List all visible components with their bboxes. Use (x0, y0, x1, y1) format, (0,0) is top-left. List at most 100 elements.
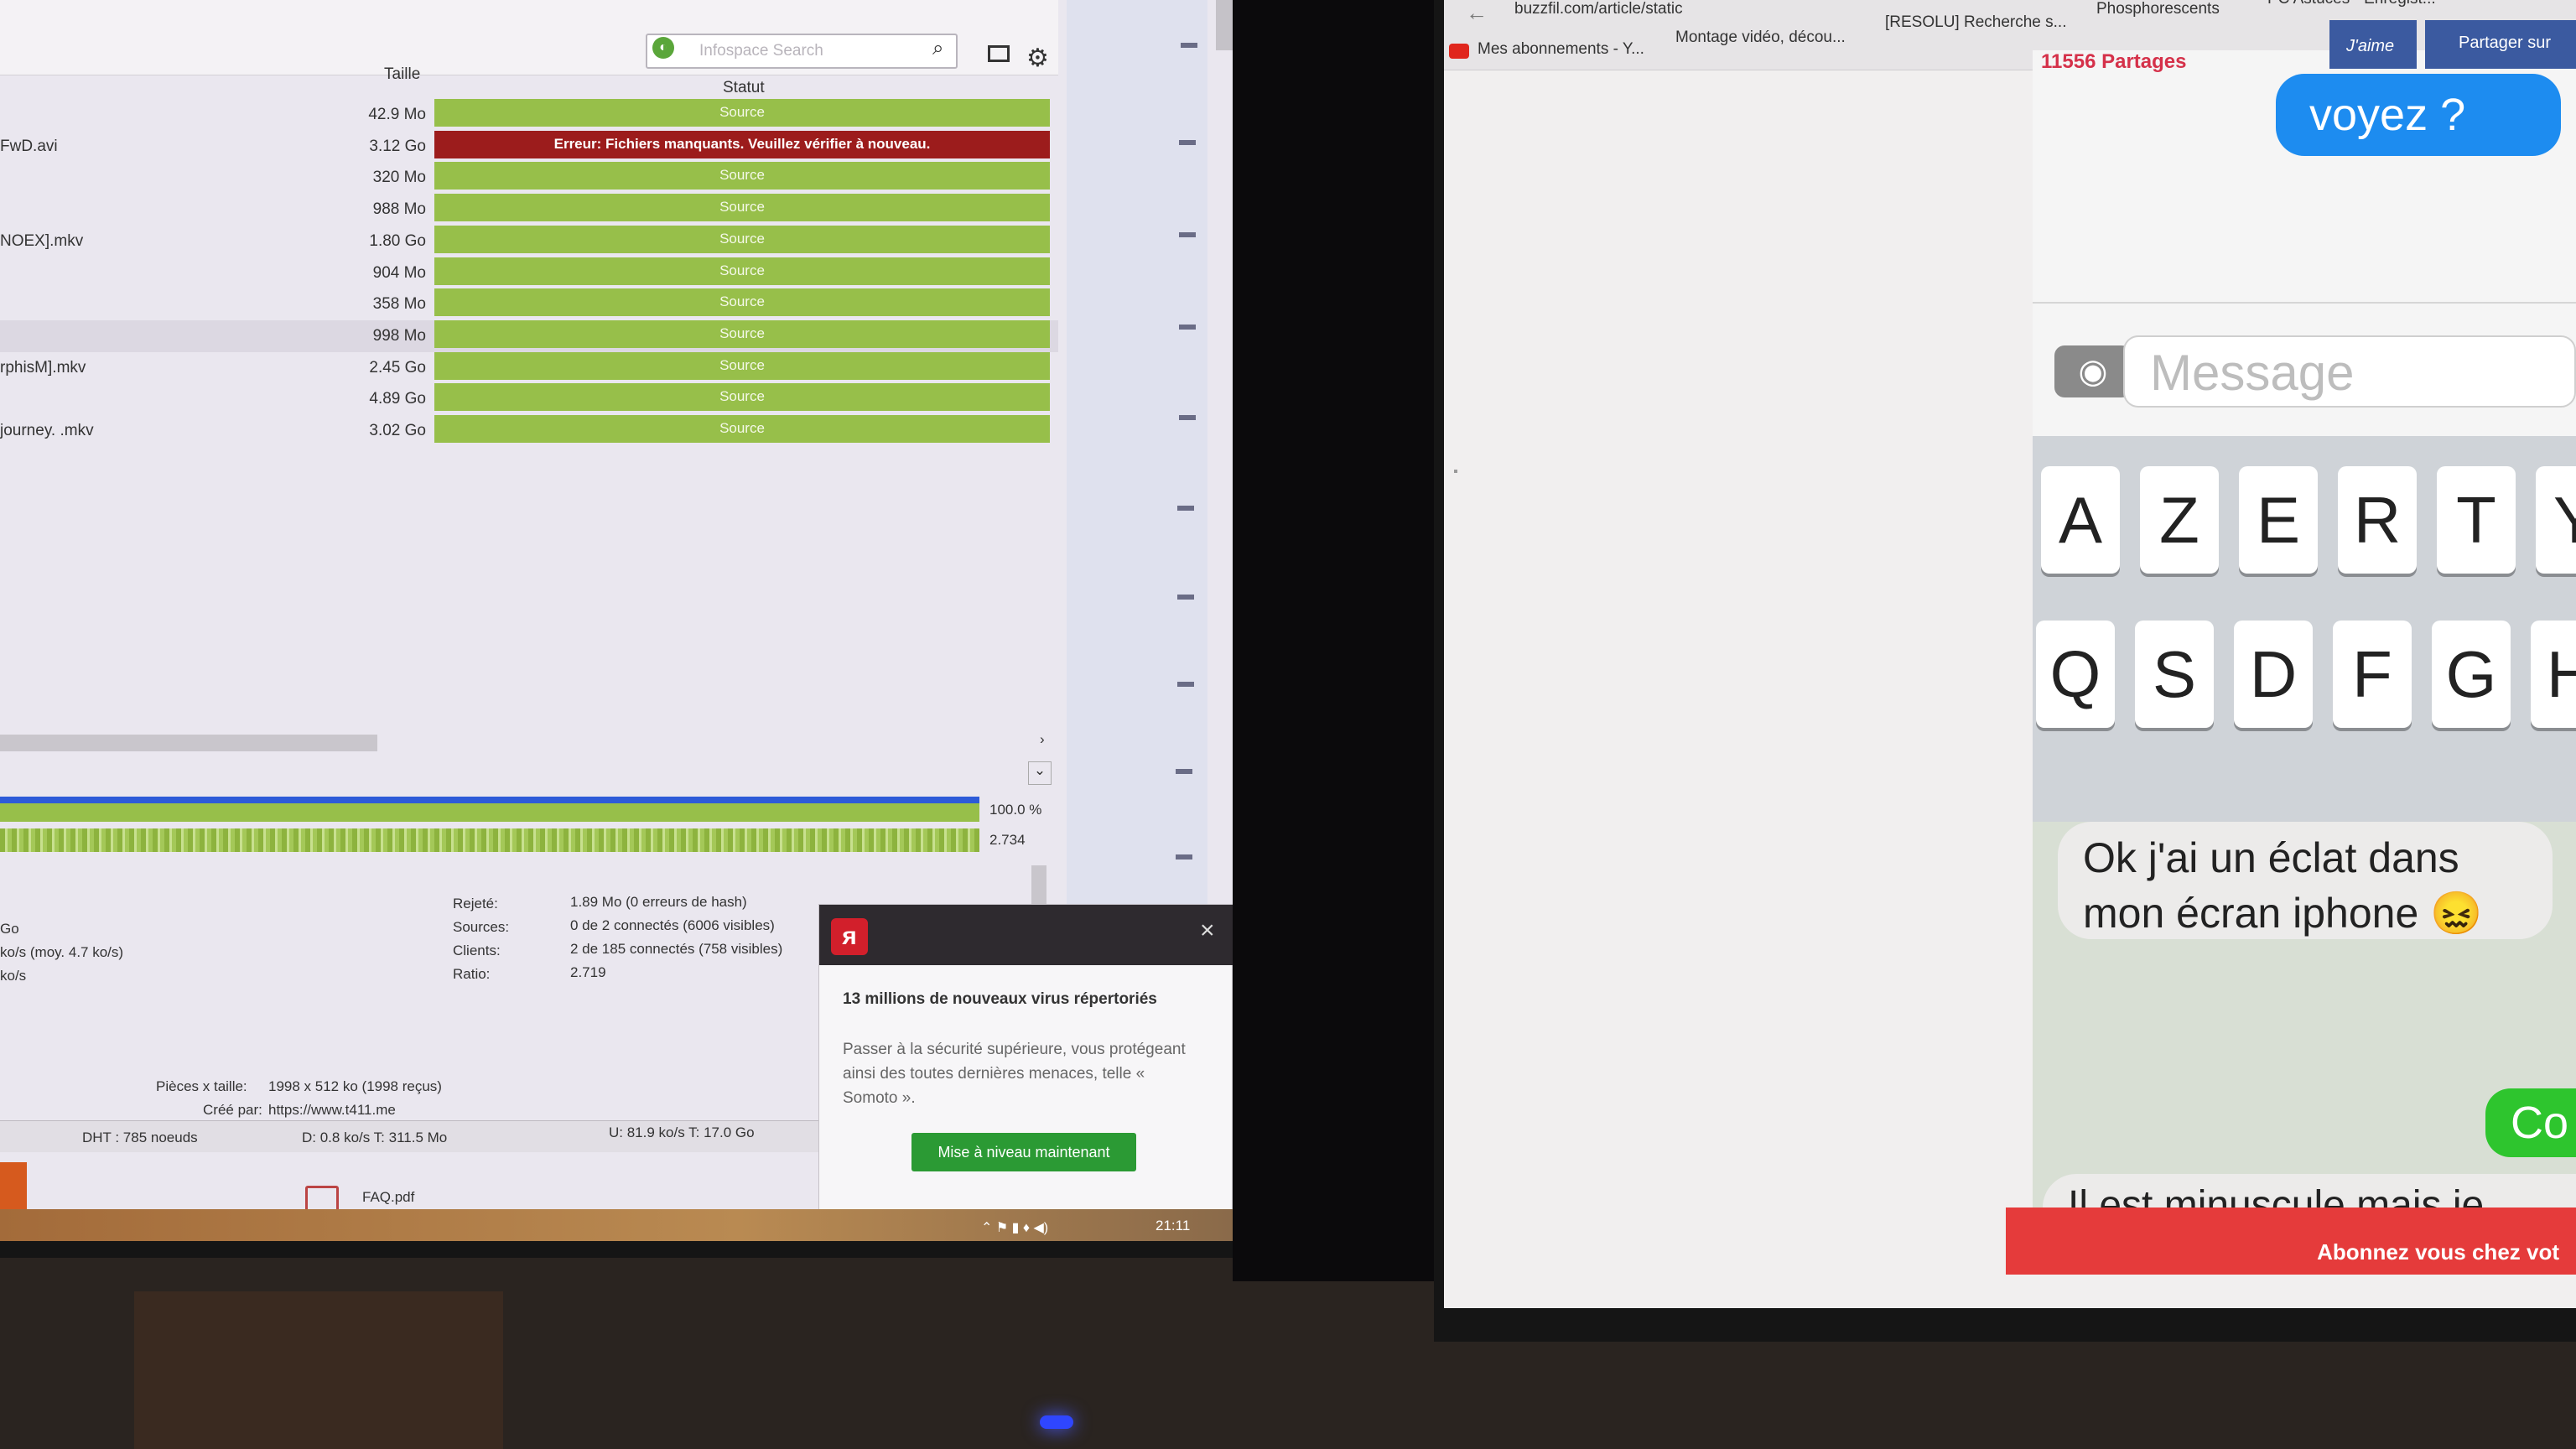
tray-icons[interactable]: ⌃ ⚑ ▮ ♦ ◀) (981, 1219, 1048, 1236)
status-bar: DHT : 785 noeuds D: 0.8 ko/s T: 311.5 Mo… (0, 1120, 818, 1152)
torrent-name: FwD.avi (0, 137, 58, 155)
folder-icon[interactable]: ▬ (1176, 760, 1192, 779)
progress-percent: 100.0 % (989, 802, 1042, 818)
desk-object (134, 1291, 503, 1449)
pieces-label: Pièces x taille: (156, 1078, 247, 1094)
torrent-row[interactable]: rphisM].mkv 2.45 Go Source (0, 351, 1058, 384)
key-z: Z (2140, 466, 2219, 574)
torrent-row[interactable]: 42.9 Mo Source (0, 99, 1058, 131)
torrent-row[interactable]: 988 Mo Source (0, 194, 1058, 226)
torrent-status: Source (434, 415, 1050, 443)
column-header-size[interactable]: Taille (384, 65, 420, 84)
torrent-size: 42.9 Mo (368, 106, 426, 123)
stat-value: 0 de 2 connectés (6006 visibles) (570, 917, 775, 933)
torrent-row[interactable]: 358 Mo Source (0, 288, 1058, 320)
created-value[interactable]: https://www.t411.me (268, 1102, 396, 1119)
message-bubble-green: Co (2485, 1088, 2576, 1157)
camera-icon: ◉ (2054, 345, 2132, 397)
torrent-row[interactable]: 320 Mo Source (0, 162, 1058, 194)
torrent-status: Source (434, 288, 1050, 317)
share-facebook-button[interactable]: Partager sur (2425, 20, 2576, 69)
folder-icon[interactable]: ▬ (1177, 496, 1194, 516)
torrent-status: Source (434, 225, 1050, 253)
search-icon[interactable]: ⌕ (932, 37, 943, 60)
torrent-row[interactable]: journey. .mkv 3.02 Go Source (0, 415, 1058, 447)
folder-icon[interactable]: ▬ (1177, 585, 1194, 605)
right-screen: ← buzzfil.com/article/static Mes abonnem… (1444, 0, 2576, 1308)
column-header-status[interactable]: Statut (723, 79, 765, 97)
torrent-status: Erreur: Fichiers manquants. Veuillez vér… (434, 130, 1050, 158)
bookmark-4[interactable]: PC Astuces - Enregist... (2267, 0, 2436, 8)
pieces-value: 1998 x 512 ko (1998 reçus) (268, 1078, 442, 1094)
torrent-size: 358 Mo (372, 295, 426, 314)
search-engine-icon[interactable]: ◐ (652, 37, 674, 59)
key-s: S (2135, 621, 2214, 728)
torrent-status: Source (434, 194, 1050, 222)
upload-status: U: 81.9 ko/s T: 17.0 Go (609, 1124, 755, 1140)
torrent-row[interactable]: 4.89 Go Source (0, 383, 1058, 415)
key-t: T (2437, 466, 2516, 574)
chat-screenshot: Ok j'ai un éclat dans mon écran iphone 😖… (2033, 822, 2576, 1241)
key-y: Y (2536, 466, 2576, 574)
torrent-row[interactable]: 904 Mo Source (0, 257, 1058, 289)
close-icon[interactable]: × (1200, 917, 1215, 945)
key-h: H (2531, 621, 2576, 728)
avira-body: Passer à la sécurité supérieure, vous pr… (843, 1041, 1186, 1107)
torrent-size: 998 Mo (372, 326, 426, 345)
progress-bar (0, 803, 979, 822)
torrent-size: 1.80 Go (369, 231, 426, 250)
key-d: D (2234, 621, 2313, 728)
torrent-row[interactable]: FwD.avi 3.12 Go Erreur: Fichiers manquants… (0, 130, 1058, 163)
bookmark-3[interactable]: Phosphorescents (2096, 0, 2220, 18)
power-led (1040, 1415, 1073, 1429)
horizontal-scrollbar[interactable] (0, 735, 377, 751)
left-screen: Infospace Search ◐ ⌕ ⚙ Taille Statut 42.… (0, 0, 1233, 1241)
monitor-icon[interactable] (988, 45, 1010, 62)
cursor-dot (1454, 470, 1457, 473)
key-e: E (2239, 466, 2318, 574)
stat-label: Rejeté: (453, 896, 498, 911)
torrent-row[interactable]: NOEX].mkv 1.80 Go Source (0, 225, 1058, 257)
folder-icon[interactable]: ▬ (1181, 34, 1197, 53)
bookmark-0[interactable]: Mes abonnements - Y... (1478, 40, 1644, 59)
folder-icon[interactable]: ▬ (1177, 673, 1194, 692)
folder-icon[interactable]: ▬ (1179, 131, 1196, 150)
file-name[interactable]: FAQ.pdf (362, 1189, 414, 1206)
side-panel: ▬ ▬ ▬ ▬ ▬ ▬ ▬ ▬ ▬ ▬ (1067, 0, 1233, 906)
torrent-name: journey. .mkv (0, 422, 94, 439)
folder-icon[interactable]: ▬ (1179, 406, 1196, 425)
side-scrollbar[interactable] (1216, 0, 1233, 50)
subscribe-banner[interactable]: Abonnez vous chez vot (2006, 1208, 2576, 1275)
dht-status: DHT : 785 noeuds (82, 1130, 198, 1145)
gear-icon[interactable]: ⚙ (1026, 44, 1049, 73)
clock[interactable]: 21:11 (1156, 1218, 1190, 1234)
stat-left-1: ko/s (moy. 4.7 ko/s) (0, 944, 124, 960)
desktop-edge (0, 1162, 27, 1213)
stat-value: 2.719 (570, 964, 606, 980)
ios-keyboard: AZERTY QSDFGH (2033, 436, 2576, 830)
progress-ratio: 2.734 (989, 832, 1026, 848)
url-bar[interactable]: buzzfil.com/article/static (1514, 0, 1683, 18)
bookmark-1[interactable]: Montage vidéo, décou... (1675, 29, 1846, 47)
stat-label: Clients: (453, 943, 501, 958)
torrent-size: 988 Mo (372, 200, 426, 219)
folder-icon[interactable]: ▬ (1176, 845, 1192, 865)
search-input[interactable]: Infospace Search (646, 34, 958, 69)
monitor-gap (1233, 0, 1434, 1281)
bookmark-2[interactable]: [RESOLU] Recherche s... (1885, 13, 2066, 32)
folder-icon[interactable]: ▬ (1179, 315, 1196, 335)
like-button[interactable]: J'aime (2329, 20, 2417, 69)
torrent-size: 3.02 Go (369, 422, 426, 439)
torrent-status: Source (434, 162, 1050, 190)
torrent-name: rphisM].mkv (0, 358, 86, 377)
vertical-scrollbar[interactable] (1031, 865, 1046, 906)
expand-icon[interactable]: ⌄ (1028, 761, 1052, 785)
torrent-status: Source (434, 257, 1050, 285)
scroll-right-icon[interactable]: › (1040, 731, 1045, 748)
taskbar: ⌃ ⚑ ▮ ♦ ◀) 21:11 (0, 1209, 1233, 1241)
torrent-row[interactable]: 998 Mo Source (0, 319, 1058, 352)
upgrade-button[interactable]: Mise à niveau maintenant (911, 1133, 1136, 1171)
folder-icon[interactable]: ▬ (1179, 223, 1196, 242)
back-icon[interactable]: ← (1466, 0, 1488, 26)
share-count: 11556 Partages (2041, 50, 2187, 73)
